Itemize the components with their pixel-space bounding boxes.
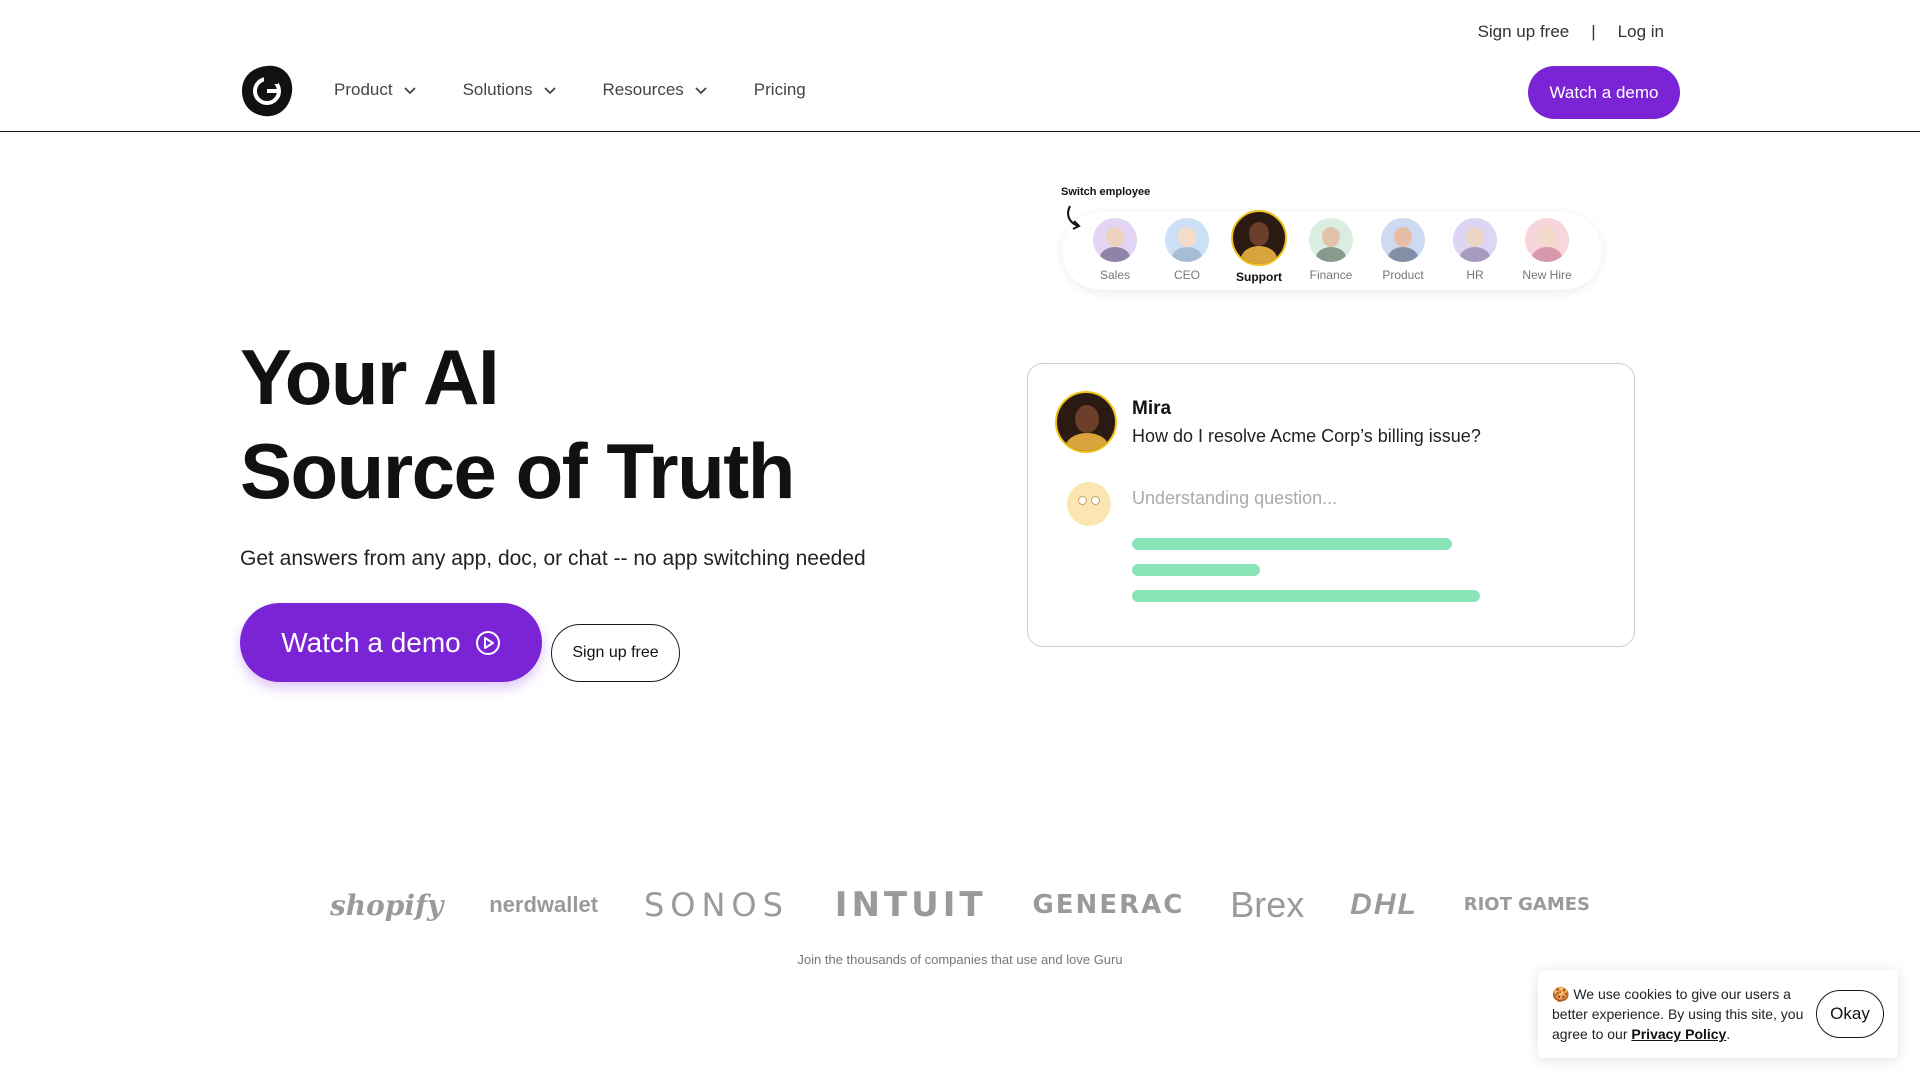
employee-label: HR <box>1466 268 1484 282</box>
intuit-logo: INTUIT <box>834 885 987 925</box>
nav-resources-label: Resources <box>602 80 684 99</box>
loading-bar <box>1132 590 1480 602</box>
nerdwallet-logo: nerdwallet <box>489 892 599 917</box>
employee-label: Support <box>1236 270 1282 284</box>
switch-employee-label: Switch employee <box>1061 186 1151 198</box>
nav-pricing-label: Pricing <box>753 80 806 99</box>
employee-avatar <box>1525 218 1569 262</box>
hero-signup-button[interactable]: Sign up free <box>551 624 680 682</box>
cookie-okay-button[interactable]: Okay <box>1816 990 1884 1038</box>
cookie-text: 🍪 We use cookies to give our users a bet… <box>1552 984 1812 1044</box>
chevron-down-icon <box>543 87 556 95</box>
employee-label: Sales <box>1099 268 1131 282</box>
riot-games-logo: RIOT GAMES <box>1463 894 1590 915</box>
employee-avatar <box>1231 210 1287 266</box>
employee-list: Sales CEO Support Finance Product HR New Hire <box>1092 210 1572 284</box>
employee-support[interactable]: Support <box>1231 210 1287 284</box>
sonos-logo: SONOS <box>643 886 789 924</box>
employee-avatar <box>1309 218 1353 262</box>
nav-solutions-label: Solutions <box>462 80 533 99</box>
top-utility-links: Sign up free | Log in <box>1478 22 1664 42</box>
employee-product[interactable]: Product <box>1380 218 1426 284</box>
mira-avatar <box>1055 391 1117 453</box>
employee-label: Product <box>1382 268 1424 282</box>
chat-question: How do I resolve Acme Corp’s billing iss… <box>1132 426 1481 446</box>
thinking-face-icon <box>1067 482 1111 526</box>
employee-label: New Hire <box>1522 268 1572 282</box>
login-link[interactable]: Log in <box>1618 22 1664 42</box>
hero-watch-demo-button[interactable]: Watch a demo <box>240 603 542 682</box>
hero-title-line1: Your AI <box>240 333 500 421</box>
chevron-down-icon <box>403 87 416 95</box>
guru-logo-icon[interactable] <box>240 64 294 118</box>
nav-resources[interactable]: Resources <box>603 80 708 100</box>
hero-title-line2: Source of Truth <box>240 427 795 515</box>
employee-avatar <box>1093 218 1137 262</box>
employee-avatar <box>1453 218 1497 262</box>
employee-label: CEO <box>1173 268 1200 282</box>
nav-product[interactable]: Product <box>334 80 417 100</box>
nav-product-label: Product <box>334 80 393 99</box>
loading-bar <box>1132 564 1260 576</box>
employee-finance[interactable]: Finance <box>1308 218 1354 284</box>
chat-status: Understanding question... <box>1132 488 1338 508</box>
employee-label: Finance <box>1309 268 1353 282</box>
chevron-down-icon <box>695 87 707 95</box>
dhl-logo: DHL <box>1350 888 1418 921</box>
chat-card: Mira How do I resolve Acme Corp’s billin… <box>1027 363 1635 647</box>
employee-avatar <box>1165 218 1209 262</box>
shopify-logo: shopify <box>330 888 444 922</box>
customer-logo-strip: shopify nerdwallet SONOS INTUIT GENERAC … <box>330 884 1590 926</box>
cookie-icon: 🍪 <box>1552 986 1570 1002</box>
hero-subtitle: Get answers from any app, doc, or chat -… <box>240 547 866 570</box>
employee-new-hire[interactable]: New Hire <box>1522 218 1572 284</box>
hero-watch-demo-label: Watch a demo <box>281 626 461 658</box>
nav-solutions[interactable]: Solutions <box>463 80 557 100</box>
employee-ceo[interactable]: CEO <box>1164 218 1210 284</box>
nav-watch-demo-button[interactable]: Watch a demo <box>1528 66 1680 119</box>
loading-bar <box>1132 538 1452 550</box>
brex-logo: Brex <box>1230 884 1305 925</box>
main-navbar: Product Solutions Resources Pricing Watc… <box>0 64 1920 132</box>
cookie-banner: 🍪 We use cookies to give our users a bet… <box>1538 970 1898 1058</box>
play-circle-icon <box>475 630 500 655</box>
employee-sales[interactable]: Sales <box>1092 218 1138 284</box>
cookie-period: . <box>1726 1026 1731 1042</box>
employee-avatar <box>1381 218 1425 262</box>
logo-caption: Join the thousands of companies that use… <box>797 952 1123 967</box>
nav-menu: Product Solutions Resources Pricing <box>334 80 806 100</box>
employee-hr[interactable]: HR <box>1452 218 1498 284</box>
nav-pricing[interactable]: Pricing <box>754 80 806 100</box>
chat-user-name: Mira <box>1132 398 1172 419</box>
generac-logo: GENERAC <box>1032 890 1185 920</box>
curved-arrow-icon <box>1067 205 1081 230</box>
link-separator: | <box>1591 22 1596 41</box>
privacy-policy-link[interactable]: Privacy Policy <box>1631 1026 1726 1042</box>
signup-link[interactable]: Sign up free <box>1478 22 1570 42</box>
hero-title: Your AI Source of Truth <box>240 330 795 518</box>
